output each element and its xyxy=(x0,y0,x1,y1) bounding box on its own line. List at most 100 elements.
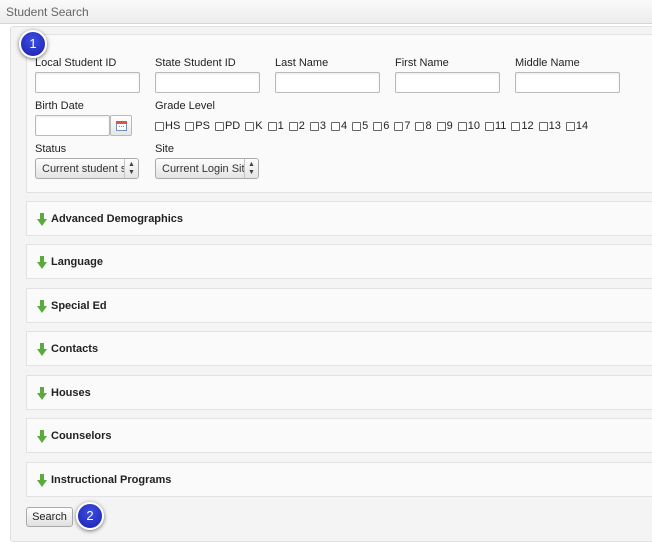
grade-checkbox-2[interactable]: 2 xyxy=(288,120,305,132)
grade-checkbox-label: 3 xyxy=(319,120,326,132)
grade-checkbox-4[interactable]: 4 xyxy=(330,120,347,132)
grade-checkbox-label: 10 xyxy=(467,120,480,132)
grade-checkbox-label: 2 xyxy=(298,120,305,132)
first-name-input[interactable] xyxy=(395,72,500,93)
grade-checkbox-ps[interactable]: PS xyxy=(185,120,210,132)
grade-checkbox-label: 9 xyxy=(446,120,453,132)
grade-checkbox-label: 13 xyxy=(548,120,561,132)
section-title: Advanced Demographics xyxy=(51,213,184,225)
section-counselors[interactable]: Counselors xyxy=(26,418,652,453)
section-title: Houses xyxy=(51,387,91,399)
state-student-id-label: State Student ID xyxy=(155,57,236,69)
last-name-input[interactable] xyxy=(275,72,380,93)
grade-checkbox-11[interactable]: 11 xyxy=(484,120,507,132)
expand-arrow-icon xyxy=(37,430,47,443)
birth-date-label: Birth Date xyxy=(35,100,84,112)
section-language[interactable]: Language xyxy=(26,244,652,279)
grade-checkbox-label: 5 xyxy=(362,120,369,132)
grade-checkbox-label: HS xyxy=(165,120,181,132)
section-contacts[interactable]: Contacts xyxy=(26,331,652,366)
middle-name-label: Middle Name xyxy=(515,57,580,69)
site-label: Site xyxy=(155,143,174,155)
middle-name-input[interactable] xyxy=(515,72,620,93)
grade-checkbox-label: 14 xyxy=(575,120,589,132)
grade-checkbox-k[interactable]: K xyxy=(245,120,263,132)
window-title: Student Search xyxy=(6,5,89,19)
expand-arrow-icon xyxy=(37,300,47,313)
checkbox-box[interactable] xyxy=(565,121,575,131)
grade-checkbox-7[interactable]: 7 xyxy=(394,120,410,132)
grade-checkbox-12[interactable]: 12 xyxy=(511,120,534,132)
local-student-id-input[interactable] xyxy=(35,72,140,93)
calendar-button[interactable] xyxy=(110,115,132,136)
checkbox-box[interactable] xyxy=(538,121,548,131)
checkbox-box[interactable] xyxy=(457,121,467,131)
expand-arrow-icon xyxy=(37,343,47,356)
section-title: Counselors xyxy=(51,430,112,442)
expand-arrow-icon xyxy=(37,387,47,400)
checkbox-box[interactable] xyxy=(214,121,224,131)
birth-date-input[interactable] xyxy=(35,115,110,136)
checkbox-box[interactable] xyxy=(511,121,521,131)
calendar-icon xyxy=(116,121,127,131)
grade-checkbox-3[interactable]: 3 xyxy=(309,120,326,132)
checkbox-box[interactable] xyxy=(394,121,404,131)
grade-checkbox-10[interactable]: 10 xyxy=(457,120,480,132)
grade-checkbox-label: K xyxy=(255,120,263,132)
checkbox-box[interactable] xyxy=(267,121,277,131)
section-special-ed[interactable]: Special Ed xyxy=(26,288,652,323)
grade-level-label: Grade Level xyxy=(155,100,215,112)
grade-checkbox-label: 6 xyxy=(383,120,390,132)
expand-arrow-icon xyxy=(37,474,47,487)
grade-checkbox-5[interactable]: 5 xyxy=(352,120,368,132)
site-select-value: Current Login Site xyxy=(162,163,251,175)
checkbox-box[interactable] xyxy=(185,121,195,131)
checkbox-box[interactable] xyxy=(352,121,362,131)
grade-checkbox-1[interactable]: 1 xyxy=(267,120,284,132)
section-title: Special Ed xyxy=(51,300,107,312)
grade-checkbox-6[interactable]: 6 xyxy=(373,120,389,132)
last-name-label: Last Name xyxy=(275,57,329,69)
grade-checkbox-13[interactable]: 13 xyxy=(538,120,561,132)
grade-checkbox-label: 11 xyxy=(494,120,507,132)
grade-checkbox-label: 12 xyxy=(521,120,534,132)
select-arrows-icon: ▲ ▼ xyxy=(244,159,258,178)
first-name-label: First Name xyxy=(395,57,449,69)
grade-checkbox-8[interactable]: 8 xyxy=(415,120,432,132)
checkbox-box[interactable] xyxy=(155,121,164,131)
state-student-id-input[interactable] xyxy=(155,72,260,93)
checkbox-box[interactable] xyxy=(373,121,383,131)
checkbox-box[interactable] xyxy=(309,121,319,131)
grade-checkbox-label: 8 xyxy=(425,120,432,132)
checkbox-box[interactable] xyxy=(330,121,340,131)
checkbox-box[interactable] xyxy=(245,121,255,131)
section-title: Instructional Programs xyxy=(51,474,172,486)
checkbox-box[interactable] xyxy=(436,121,446,131)
grade-checkbox-pd[interactable]: PD xyxy=(214,120,241,132)
site-select[interactable]: Current Login Site ▲ ▼ xyxy=(155,158,259,179)
grade-checkbox-label: 7 xyxy=(404,120,411,132)
section-houses[interactable]: Houses xyxy=(26,375,652,410)
grade-checkbox-label: 1 xyxy=(277,120,284,132)
grade-checkbox-14[interactable]: 14 xyxy=(565,120,589,132)
annotation-badge-1: 1 xyxy=(19,30,47,58)
grade-checkbox-9[interactable]: 9 xyxy=(436,120,453,132)
checkbox-box[interactable] xyxy=(288,121,298,131)
grade-checkbox-label: PD xyxy=(224,120,241,132)
grade-checkbox-hs[interactable]: HS xyxy=(155,120,180,132)
grade-checkbox-label: PS xyxy=(195,120,210,132)
section-advanced-demographics[interactable]: Advanced Demographics xyxy=(26,201,652,236)
status-select[interactable]: Current student s ▲ ▼ xyxy=(35,158,139,179)
search-button[interactable]: Search xyxy=(26,507,73,527)
annotation-badge-2: 2 xyxy=(76,502,104,530)
expand-arrow-icon xyxy=(37,256,47,269)
select-arrows-icon: ▲ ▼ xyxy=(124,159,138,178)
checkbox-box[interactable] xyxy=(415,121,425,131)
expand-arrow-icon xyxy=(37,213,47,226)
section-title: Contacts xyxy=(51,343,99,355)
status-select-value: Current student s xyxy=(42,163,127,175)
section-instructional-programs[interactable]: Instructional Programs xyxy=(26,462,652,497)
checkbox-box[interactable] xyxy=(484,121,494,131)
grade-level-checkboxes: HS PS PD K 1 2 3 4 5 6 7 8 9 10 11 12 13 14 xyxy=(155,120,593,132)
status-label: Status xyxy=(35,143,67,155)
